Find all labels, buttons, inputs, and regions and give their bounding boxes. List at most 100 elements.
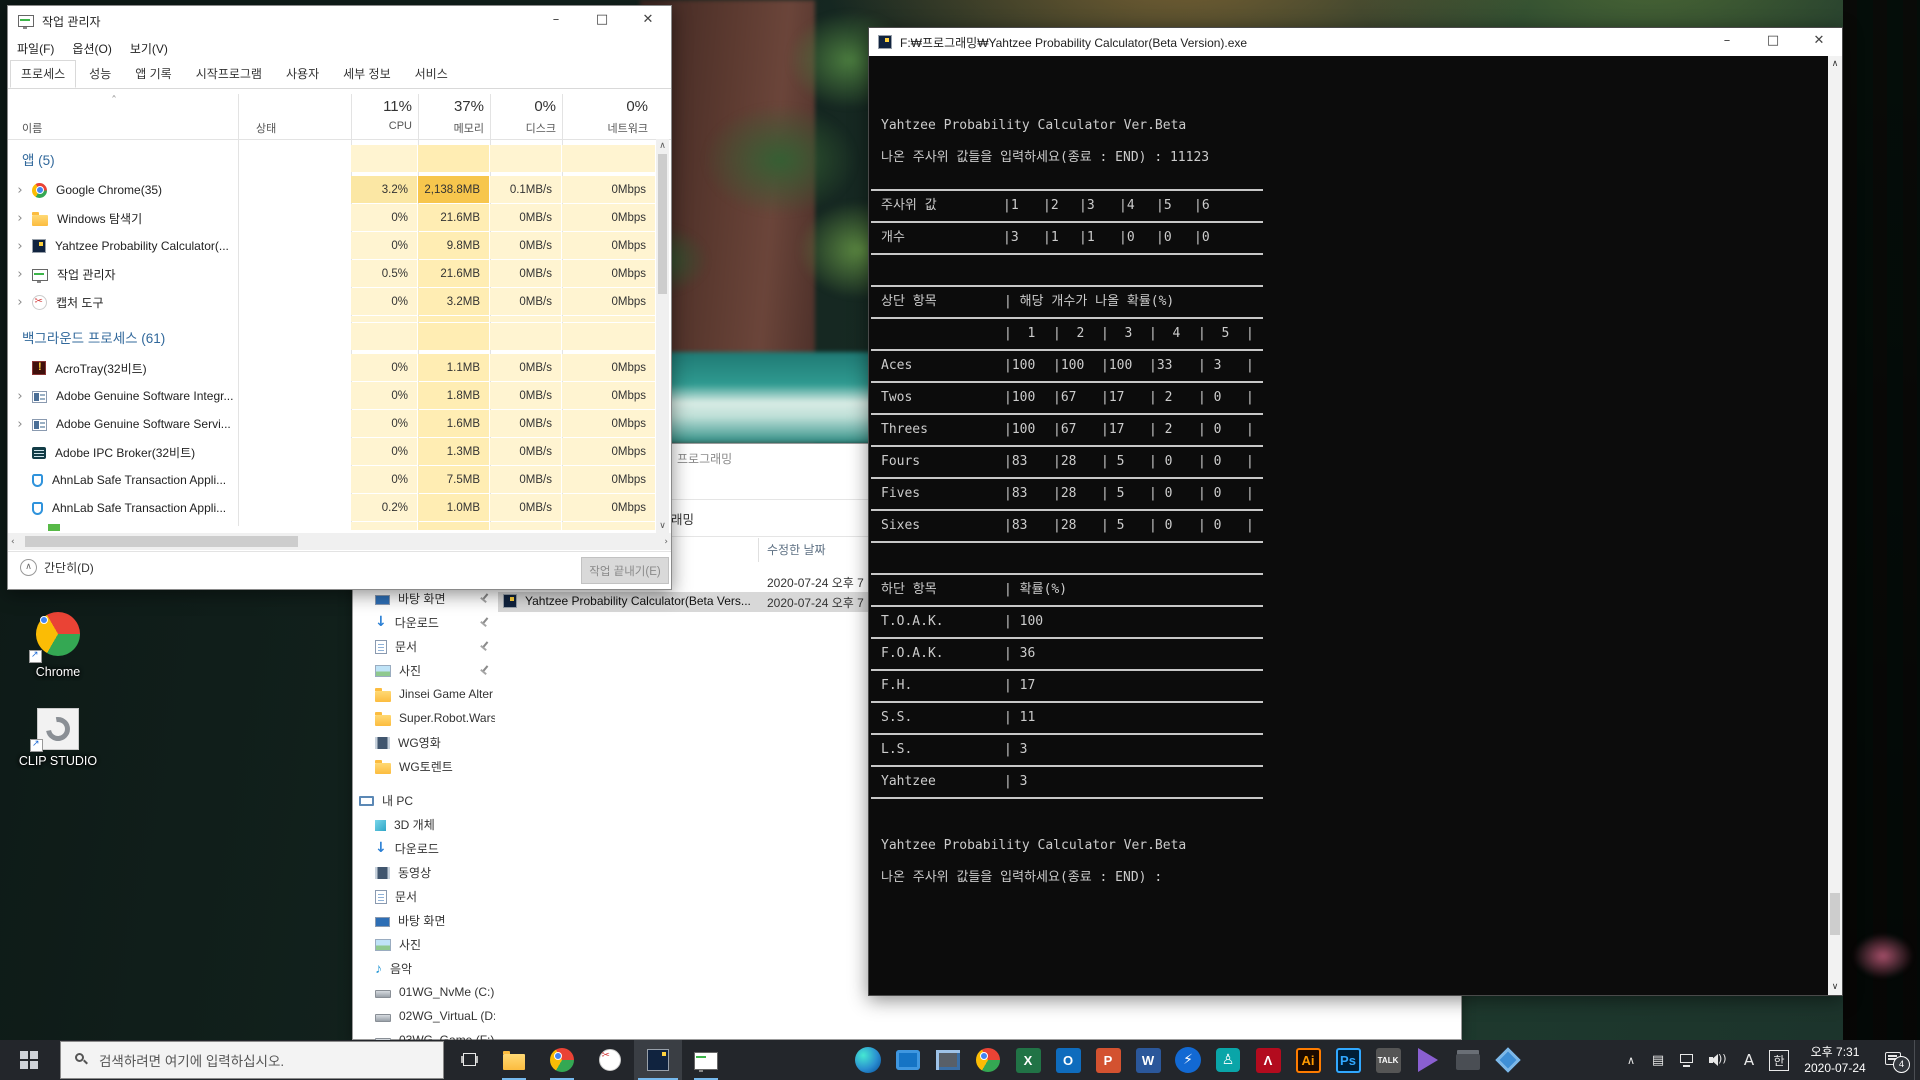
sidebar-item-01WG_NvMe (C:)[interactable]: 01WG_NvMe (C:) (353, 981, 503, 1003)
scrollbar-thumb[interactable] (1830, 893, 1840, 935)
tray-network-button[interactable] (1672, 1040, 1702, 1080)
sidebar-item-동영상[interactable]: 동영상 (353, 861, 503, 883)
tab-세부 정보[interactable]: 세부 정보 (332, 60, 402, 88)
column-header-network[interactable]: 네트워크 (548, 120, 648, 136)
tab-사용자[interactable]: 사용자 (275, 60, 330, 88)
sidebar-item-다운로드[interactable]: ↓다운로드 (353, 611, 503, 633)
show-desktop-button[interactable] (1914, 1040, 1920, 1080)
sidebar-item-Jinsei Game Alter S[interactable]: Jinsei Game Alter S (353, 683, 503, 705)
sidebar-item-WG영화[interactable]: WG영화 (353, 731, 503, 753)
minimize-button[interactable]: – (1704, 28, 1750, 56)
taskbar-button-band[interactable]: ♙ (1208, 1040, 1248, 1080)
taskbar-button-photoshop[interactable]: Ps (1328, 1040, 1368, 1080)
console-scrollbar[interactable]: ∧ ∨ (1828, 56, 1842, 995)
column-header-name[interactable]: 이름 (22, 120, 42, 136)
taskbar-button-kakaotalk[interactable]: TALK (1368, 1040, 1408, 1080)
process-row[interactable]: ›Google Chrome(35)3.2%2,138.8MB0.1MB/s0M… (8, 176, 656, 204)
process-row[interactable]: Adobe IPC Broker(32비트)0%1.3MB0MB/s0Mbps (8, 438, 656, 466)
taskbar-button-snipping-tool[interactable] (586, 1040, 634, 1080)
menu-item-파일(F)[interactable]: 파일(F) (8, 40, 63, 57)
process-row[interactable] (8, 522, 656, 531)
taskbar-button-remote-desktop[interactable] (928, 1040, 968, 1080)
tab-서비스[interactable]: 서비스 (404, 60, 459, 88)
tray-ime-latin[interactable]: A (1736, 1040, 1762, 1080)
taskbar-button-powerpoint[interactable]: P (1088, 1040, 1128, 1080)
tray-volume-button[interactable]: )﻿) (1702, 1040, 1732, 1080)
process-row[interactable]: ›Yahtzee Probability Calculator(...0%9.8… (8, 232, 656, 260)
end-task-button[interactable]: 작업 끝내기(E) (581, 557, 669, 584)
expand-chevron-icon[interactable]: › (8, 239, 32, 254)
process-group-row[interactable]: 백그라운드 프로세스 (61) (8, 323, 656, 351)
scroll-down-icon[interactable]: ∨ (1828, 982, 1842, 992)
tab-프로세스[interactable]: 프로세스 (10, 60, 76, 88)
notification-center-button[interactable]: 4 (1874, 1040, 1914, 1080)
expand-chevron-icon[interactable]: › (8, 295, 32, 310)
menu-item-보기(V)[interactable]: 보기(V) (121, 40, 177, 57)
taskbar-button-task-manager[interactable] (682, 1040, 730, 1080)
process-row[interactable]: AcroTray(32비트)0%1.1MB0MB/s0Mbps (8, 354, 656, 382)
scroll-up-icon[interactable]: ∧ (656, 141, 669, 151)
vertical-scrollbar[interactable]: ∧ ∨ (656, 139, 669, 533)
desktop-icon-clip-studio[interactable]: CLIP STUDIO (8, 708, 108, 768)
expand-chevron-icon[interactable]: › (8, 183, 32, 198)
taskbar-button-outlook[interactable]: O (1048, 1040, 1088, 1080)
task-manager-titlebar[interactable]: 작업 관리자 – □ ✕ (8, 6, 671, 36)
simple-view-button[interactable]: ∧ 간단히(D) (20, 559, 94, 576)
sidebar-item-02WG_VirtuaL (D:)[interactable]: 02WG_VirtuaL (D:) (353, 1005, 503, 1027)
sidebar-item-문서[interactable]: 문서 (353, 885, 503, 907)
process-row[interactable]: ›Windows 탐색기0%21.6MB0MB/s0Mbps (8, 204, 656, 232)
tab-앱 기록[interactable]: 앱 기록 (124, 60, 182, 88)
expand-chevron-icon[interactable]: › (8, 417, 32, 432)
scroll-down-icon[interactable]: ∨ (656, 521, 669, 531)
sidebar-item-사진[interactable]: 사진 (353, 659, 503, 681)
sidebar-item-3D 개체[interactable]: 3D 개체 (353, 813, 503, 835)
sidebar-item-문서[interactable]: 문서 (353, 635, 503, 657)
desktop-icon-chrome[interactable]: Chrome (8, 612, 108, 679)
taskbar-button-excel[interactable]: X (1008, 1040, 1048, 1080)
sidebar-item-WG토렌트[interactable]: WG토렌트 (353, 755, 503, 777)
expand-chevron-icon[interactable]: › (8, 211, 32, 226)
scroll-left-icon[interactable]: ‹ (11, 537, 15, 547)
sidebar-item-내 PC[interactable]: 내 PC (353, 789, 503, 811)
horizontal-scrollbar[interactable]: ‹ › (8, 533, 671, 550)
minimize-button[interactable]: – (533, 6, 579, 36)
sidebar-item-음악[interactable]: ♪음악 (353, 957, 503, 979)
process-row[interactable]: ›Adobe Genuine Software Servi...0%1.6MB0… (8, 410, 656, 438)
taskbar-search[interactable]: 검색하려면 여기에 입력하십시오. (60, 1041, 444, 1079)
taskbar-button-movies-tv[interactable] (888, 1040, 928, 1080)
column-header-disk[interactable]: 디스크 (456, 120, 556, 136)
expand-chevron-icon[interactable]: › (8, 267, 32, 282)
sidebar-item-사진[interactable]: 사진 (353, 933, 503, 955)
taskbar-button-chrome-2[interactable] (968, 1040, 1008, 1080)
tray-ime-korean[interactable]: 한 (1764, 1040, 1794, 1080)
tray-show-hidden-button[interactable]: ∧ (1618, 1040, 1644, 1080)
process-group-row[interactable]: 앱 (5) (8, 145, 656, 173)
close-button[interactable]: ✕ (625, 6, 671, 36)
taskbar-button-yahtzee-console[interactable] (634, 1040, 682, 1080)
taskbar-button-chrome[interactable] (538, 1040, 586, 1080)
taskbar-button-printer[interactable] (1448, 1040, 1488, 1080)
taskbar-button-lightning[interactable]: ⚡ (1168, 1040, 1208, 1080)
tab-성능[interactable]: 성능 (78, 60, 122, 88)
scrollbar-thumb[interactable] (658, 154, 667, 294)
scroll-right-icon[interactable]: › (664, 537, 668, 547)
scrollbar-thumb[interactable] (25, 536, 298, 547)
maximize-button[interactable]: □ (1750, 28, 1796, 56)
process-row[interactable]: ›작업 관리자0.5%21.6MB0MB/s0Mbps (8, 260, 656, 288)
expand-chevron-icon[interactable]: › (8, 389, 32, 404)
taskbar-button-media-player[interactable] (1408, 1040, 1448, 1080)
process-row[interactable] (8, 316, 656, 323)
close-button[interactable]: ✕ (1796, 28, 1842, 56)
menu-item-옵션(O)[interactable]: 옵션(O) (63, 40, 120, 57)
taskbar-button-word[interactable]: W (1128, 1040, 1168, 1080)
taskbar-button-utility[interactable] (1488, 1040, 1528, 1080)
tray-clock[interactable]: 오후 7:31 2020-07-24 (1796, 1040, 1874, 1080)
sidebar-item-바탕 화면[interactable]: 바탕 화면 (353, 909, 503, 931)
column-header-date[interactable]: 수정한 날짜 (767, 541, 826, 558)
column-header-status[interactable]: 상태 (256, 120, 276, 136)
taskbar-button-acrobat[interactable]: Λ (1248, 1040, 1288, 1080)
taskbar-button-illustrator[interactable]: Ai (1288, 1040, 1328, 1080)
process-row[interactable]: ›Adobe Genuine Software Integr...0%1.8MB… (8, 382, 656, 410)
tab-시작프로그램[interactable]: 시작프로그램 (185, 60, 273, 88)
scroll-up-icon[interactable]: ∧ (1828, 59, 1842, 69)
